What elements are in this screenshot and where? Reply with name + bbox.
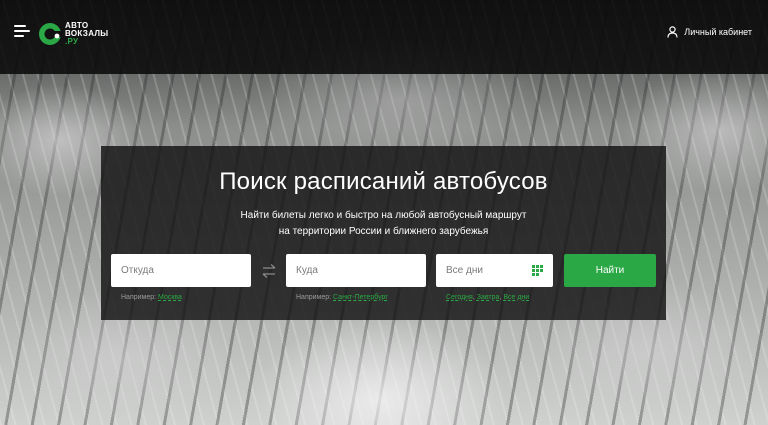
from-field[interactable] — [111, 254, 251, 287]
date-hint: Сегодня, Завтра, Все дни — [446, 294, 530, 301]
to-input[interactable] — [296, 265, 426, 276]
from-hint: Например: Москва — [121, 294, 182, 301]
hamburger-icon-line — [14, 25, 26, 27]
logo-icon — [39, 23, 62, 45]
hamburger-menu-button[interactable] — [14, 25, 30, 37]
swap-arrows-icon[interactable] — [260, 263, 278, 279]
from-hint-link[interactable]: Москва — [158, 294, 182, 301]
hamburger-icon-line — [14, 35, 24, 37]
to-hint: Например: Санкт-Петербург — [296, 294, 388, 301]
site-logo[interactable]: АВТО ВОКЗАЛЫ .РУ — [38, 20, 128, 48]
from-input[interactable] — [121, 265, 251, 276]
search-button[interactable]: Найти — [564, 254, 656, 287]
to-hint-prefix: Например: — [296, 294, 332, 301]
account-link[interactable]: Личный кабинет — [667, 25, 752, 39]
date-field[interactable]: Все дни — [436, 254, 553, 287]
to-hint-link[interactable]: Санкт-Петербург — [333, 294, 388, 301]
site-header: АВТО ВОКЗАЛЫ .РУ Личный кабинет — [0, 0, 768, 64]
calendar-icon[interactable] — [532, 265, 543, 276]
search-panel: Поиск расписаний автобусов Найти билеты … — [101, 146, 666, 320]
subtitle-line-1: Найти билеты легко и быстро на любой авт… — [240, 210, 527, 221]
hamburger-icon-line — [14, 30, 30, 32]
subtitle-line-2: на территории России и ближнего зарубежь… — [278, 226, 489, 237]
page-title: Поиск расписаний автобусов — [219, 168, 548, 195]
date-hint-today[interactable]: Сегодня — [446, 294, 473, 301]
logo-line-3: .РУ — [65, 37, 79, 46]
account-label: Личный кабинет — [684, 27, 752, 37]
to-field[interactable] — [286, 254, 426, 287]
date-value: Все дни — [446, 265, 483, 276]
logo-wordmark: АВТО ВОКЗАЛЫ .РУ — [65, 22, 108, 46]
from-hint-prefix: Например: — [121, 294, 157, 301]
date-hint-tomorrow[interactable]: Завтра — [477, 294, 500, 301]
user-icon — [667, 26, 678, 38]
date-hint-all[interactable]: Все дни — [503, 294, 529, 301]
